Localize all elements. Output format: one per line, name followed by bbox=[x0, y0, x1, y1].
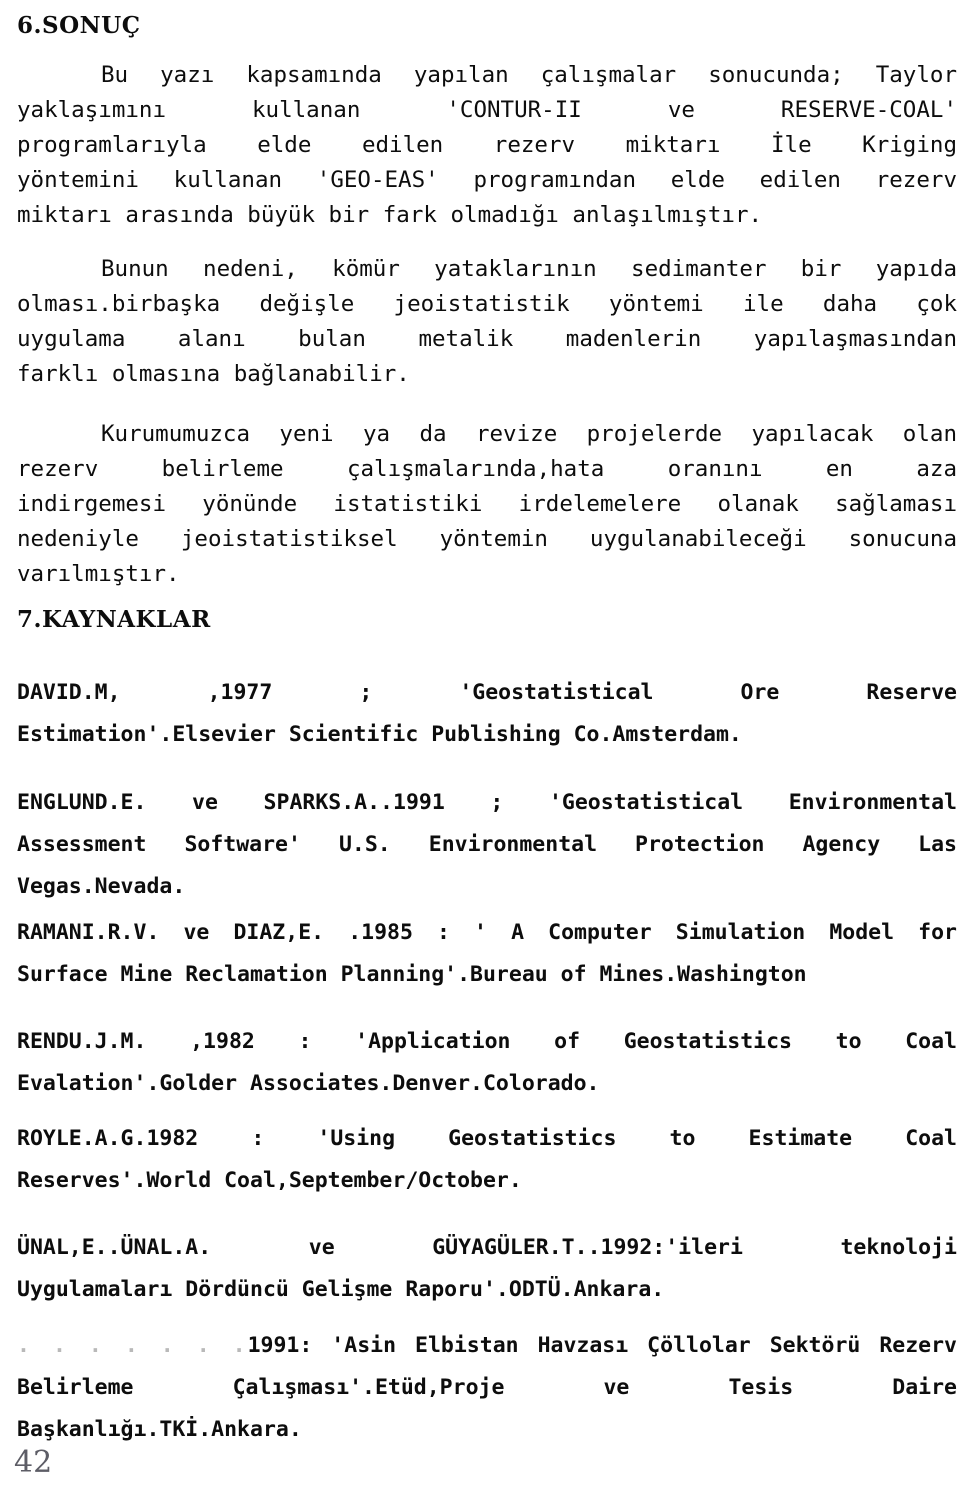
paragraph-line: Bunun nedeni, kömür yataklarının sediman… bbox=[101, 256, 957, 282]
reference-line: Vegas.Nevada. bbox=[17, 874, 186, 899]
reference-entry: DAVID.M, ,1977 ; 'Geostatistical Ore Res… bbox=[17, 672, 957, 756]
reference-line: Uygulamaları Dördüncü Gelişme Raporu'.OD… bbox=[17, 1277, 665, 1302]
page-number: 42 bbox=[14, 1445, 53, 1480]
reference-line: RENDU.J.M. ,1982 : 'Application of Geost… bbox=[17, 1029, 957, 1054]
conclusion-paragraph-3: Kurumumuzca yeni ya da revize projelerde… bbox=[17, 417, 957, 592]
reference-line: Evalation'.Golder Associates.Denver.Colo… bbox=[17, 1071, 600, 1096]
paragraph-line: varılmıştır. bbox=[17, 561, 180, 587]
reference-line: Başkanlığı.TKİ.Ankara. bbox=[17, 1417, 302, 1442]
paragraph-line: Bu yazı kapsamında yapılan çalışmalar so… bbox=[101, 62, 957, 88]
paragraph-line: Kurumumuzca yeni ya da revize projelerde… bbox=[101, 421, 957, 447]
paragraph-line: indirgemesi yönünde istatistiki irdeleme… bbox=[17, 491, 957, 517]
reference-entry: RAMANI.R.V. ve DIAZ,E. .1985 : ' A Compu… bbox=[17, 912, 957, 996]
paragraph-line: uygulama alanı bulan metalik madenlerin … bbox=[17, 326, 957, 352]
reference-line: Estimation'.Elsevier Scientific Publishi… bbox=[17, 722, 742, 747]
reference-line: ROYLE.A.G.1982 : 'Using Geostatistics to… bbox=[17, 1126, 957, 1151]
reference-entry: ROYLE.A.G.1982 : 'Using Geostatistics to… bbox=[17, 1118, 957, 1202]
section-heading-conclusion: 6.SONUÇ bbox=[17, 12, 141, 39]
section-heading-references: 7.KAYNAKLAR bbox=[17, 606, 211, 633]
reference-line: RAMANI.R.V. ve DIAZ,E. .1985 : ' A Compu… bbox=[17, 920, 957, 945]
paragraph-line: rezerv belirleme çalışmalarında,hata ora… bbox=[17, 456, 957, 482]
paragraph-line: yöntemini kullanan 'GEO-EAS' programında… bbox=[17, 167, 957, 193]
reference-entry: . . . . . . .1991: 'Asin Elbistan Havzas… bbox=[17, 1325, 957, 1451]
conclusion-paragraph-2: Bunun nedeni, kömür yataklarının sediman… bbox=[17, 252, 957, 392]
paragraph-line: programlarıyla elde edilen rezerv miktar… bbox=[17, 132, 957, 158]
paragraph-line: olması.birbaşka değişle jeoistatistik yö… bbox=[17, 291, 957, 317]
reference-line: Reserves'.World Coal,September/October. bbox=[17, 1168, 522, 1193]
reference-line: Assessment Software' U.S. Environmental … bbox=[17, 832, 957, 857]
reference-line: DAVID.M, ,1977 ; 'Geostatistical Ore Res… bbox=[17, 680, 957, 705]
document-page: 6.SONUÇ Bu yazı kapsamında yapılan çalış… bbox=[0, 0, 960, 1494]
reference-line: ENGLUND.E. ve SPARKS.A..1991 ; 'Geostati… bbox=[17, 790, 957, 815]
leader-dots: . . . . . . . bbox=[17, 1333, 248, 1358]
conclusion-paragraph-1: Bu yazı kapsamında yapılan çalışmalar so… bbox=[17, 58, 957, 233]
reference-line: 1991: 'Asin Elbistan Havzası Çöllolar Se… bbox=[247, 1333, 957, 1358]
reference-entry: ENGLUND.E. ve SPARKS.A..1991 ; 'Geostati… bbox=[17, 782, 957, 908]
reference-entry: ÜNAL,E..ÜNAL.A. ve GÜYAGÜLER.T..1992:'il… bbox=[17, 1227, 957, 1311]
paragraph-line: nedeniyle jeoistatistiksel yöntemin uygu… bbox=[17, 526, 957, 552]
paragraph-line: farklı olmasına bağlanabilir. bbox=[17, 361, 410, 387]
reference-line: Surface Mine Reclamation Planning'.Burea… bbox=[17, 962, 807, 987]
paragraph-line: yaklaşımını kullanan 'CONTUR-II ve RESER… bbox=[17, 97, 957, 123]
reference-entry: RENDU.J.M. ,1982 : 'Application of Geost… bbox=[17, 1021, 957, 1105]
reference-line: ÜNAL,E..ÜNAL.A. ve GÜYAGÜLER.T..1992:'il… bbox=[17, 1235, 957, 1260]
reference-line: Belirleme Çalışması'.Etüd,Proje ve Tesis… bbox=[17, 1375, 957, 1400]
paragraph-line: miktarı arasında büyük bir fark olmadığı… bbox=[17, 202, 763, 228]
